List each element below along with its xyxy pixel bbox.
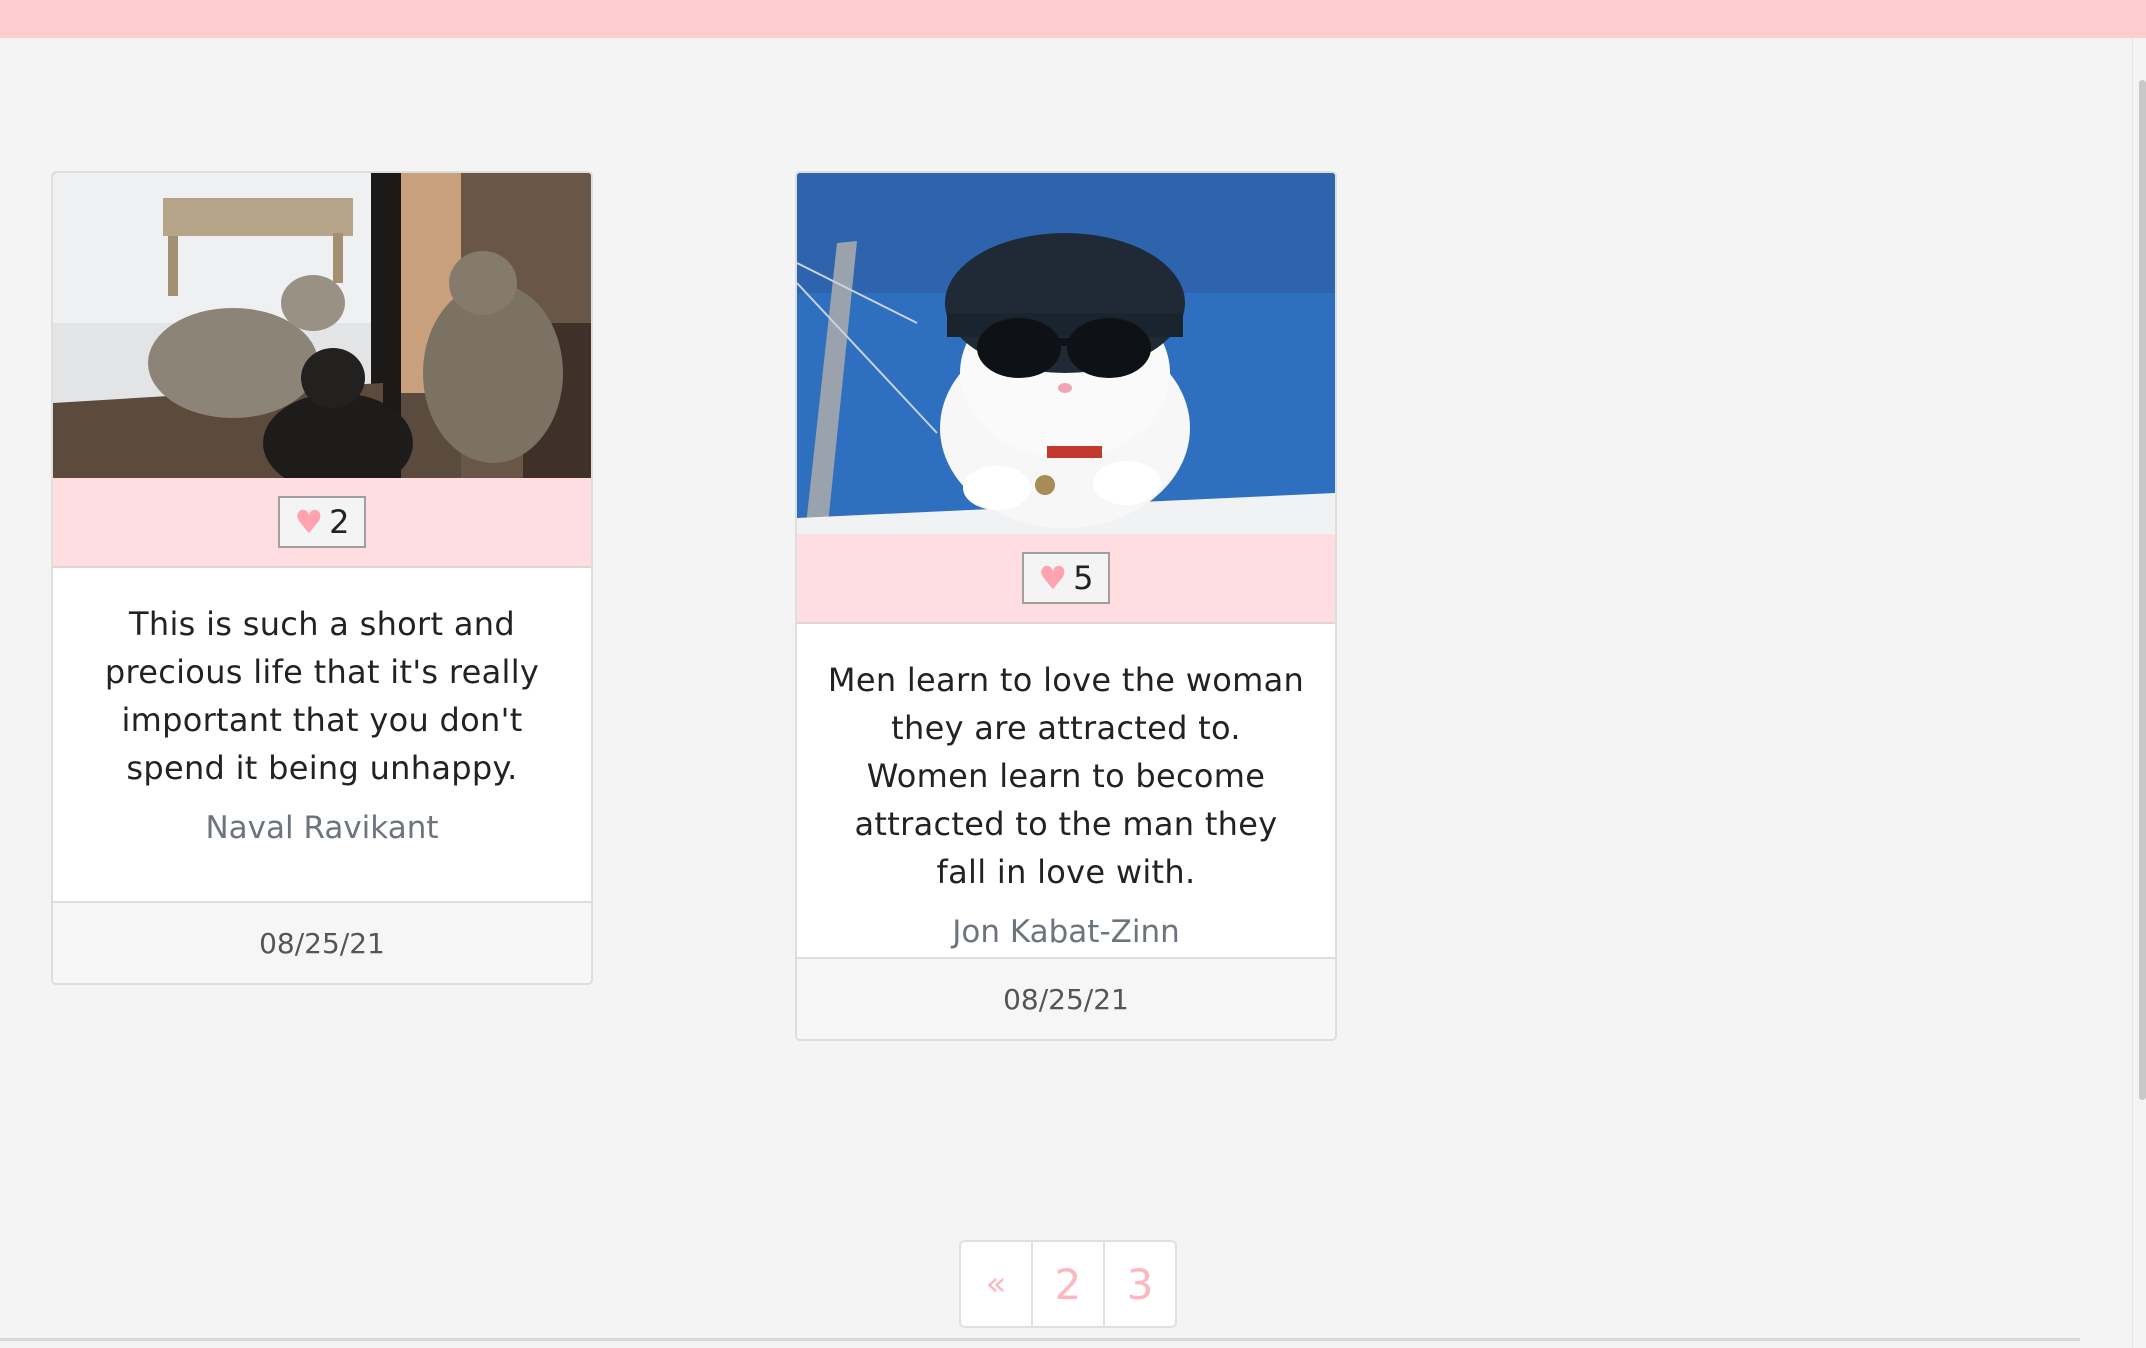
pagination-page-3[interactable]: 3 bbox=[1105, 1242, 1175, 1326]
card-date: 08/25/21 bbox=[797, 957, 1335, 1039]
quote-card: ♥ 2 This is such a short and precious li… bbox=[51, 171, 593, 985]
card-date: 08/25/21 bbox=[53, 901, 591, 983]
like-count: 2 bbox=[329, 503, 350, 541]
heart-icon: ♥ bbox=[1038, 559, 1068, 597]
heart-icon: ♥ bbox=[294, 503, 324, 541]
card-image bbox=[797, 173, 1335, 534]
card-body: Men learn to love the woman they are att… bbox=[797, 624, 1335, 950]
quote-author: Jon Kabat-Zinn bbox=[952, 914, 1180, 950]
like-count: 5 bbox=[1073, 559, 1094, 597]
top-nav-bar bbox=[0, 0, 2146, 38]
quote-card: ♥ 5 Men learn to love the woman they are… bbox=[795, 171, 1337, 1041]
like-button[interactable]: ♥ 2 bbox=[278, 496, 366, 548]
horizontal-scrollbar[interactable] bbox=[0, 1338, 2080, 1341]
like-bar: ♥ 5 bbox=[797, 534, 1335, 624]
quote-text: This is such a short and precious life t… bbox=[104, 605, 540, 787]
like-button[interactable]: ♥ 5 bbox=[1022, 552, 1110, 604]
pagination: « 2 3 bbox=[959, 1240, 1177, 1328]
quote-text: Men learn to love the woman they are att… bbox=[827, 661, 1305, 891]
like-bar: ♥ 2 bbox=[53, 478, 591, 568]
card-image bbox=[53, 173, 591, 478]
vertical-scrollbar-thumb[interactable] bbox=[2139, 80, 2146, 1100]
pagination-prev[interactable]: « bbox=[961, 1242, 1033, 1326]
quote-author: Naval Ravikant bbox=[205, 810, 439, 846]
card-body: This is such a short and precious life t… bbox=[53, 568, 591, 846]
pagination-page-2[interactable]: 2 bbox=[1033, 1242, 1105, 1326]
